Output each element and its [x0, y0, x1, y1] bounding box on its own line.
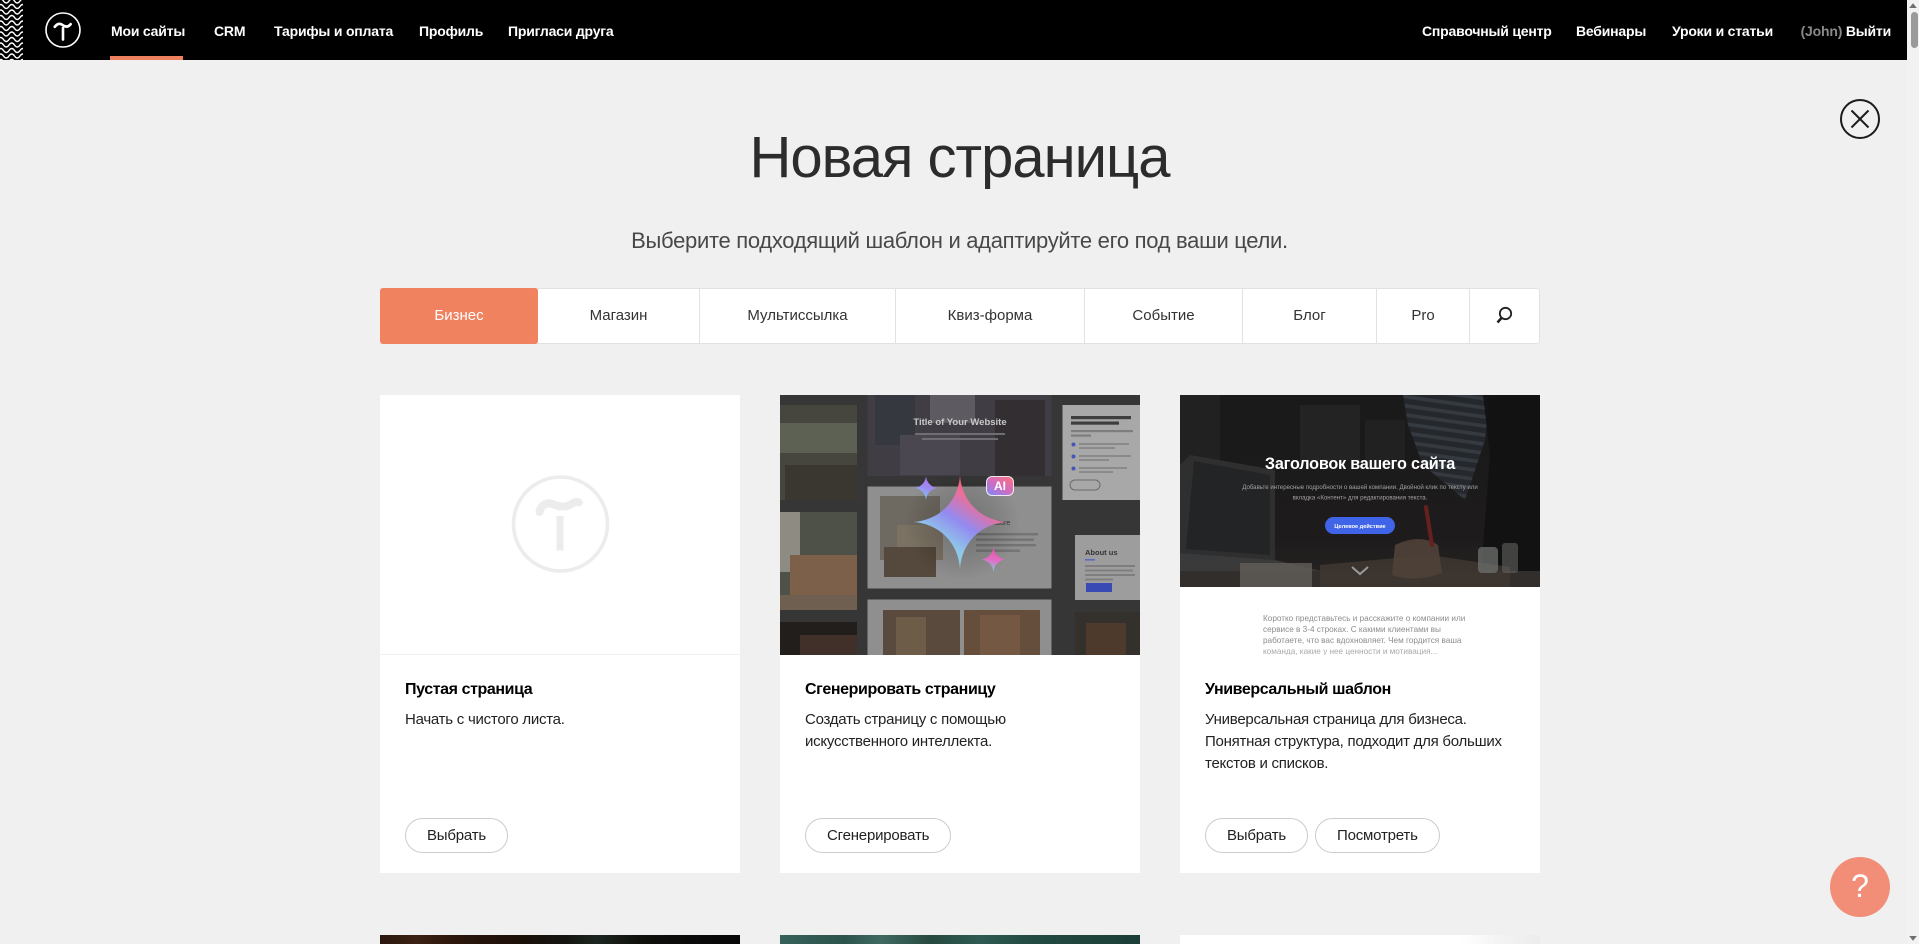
svg-text:AI: AI — [994, 479, 1006, 493]
svg-text:Целевое действие: Целевое действие — [1334, 523, 1385, 530]
svg-text:About us: About us — [1085, 548, 1118, 557]
svg-text:команда, какие у нее ценности: команда, какие у нее ценности и мотиваци… — [1263, 647, 1437, 655]
svg-text:Заголовок вашего сайта: Заголовок вашего сайта — [1265, 455, 1456, 473]
svg-text:Коротко представьтесь и расска: Коротко представьтесь и расскажите о ком… — [1263, 614, 1465, 623]
svg-text:вкладка «Контент» для редактир: вкладка «Контент» для редактирования тек… — [1293, 495, 1428, 502]
svg-text:работаете, что вас вдохновляет: работаете, что вас вдохновляет. Чем горд… — [1263, 636, 1462, 645]
svg-text:сервисе в 3-4 строках. С каким: сервисе в 3-4 строках. С какими клиентам… — [1263, 625, 1441, 634]
svg-text:Title of Your Website: Title of Your Website — [913, 417, 1006, 428]
svg-text:Добавьте интересные подробност: Добавьте интересные подробности о вашей … — [1242, 484, 1477, 491]
